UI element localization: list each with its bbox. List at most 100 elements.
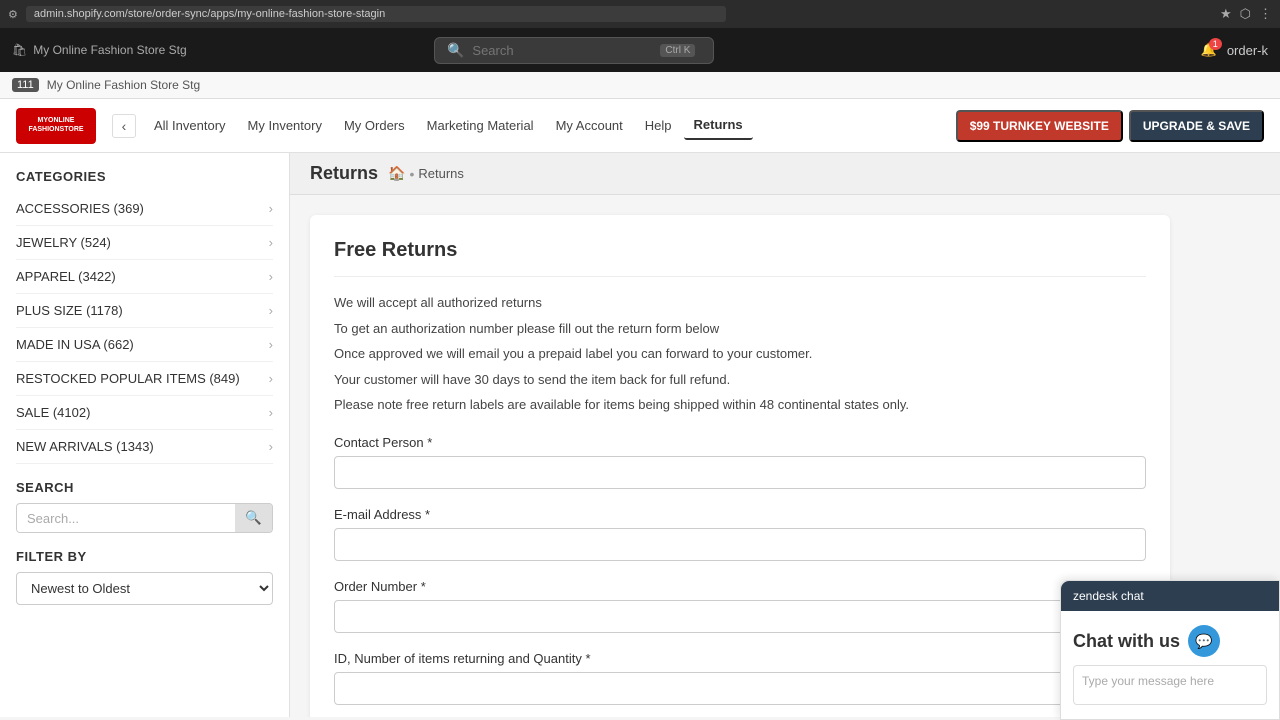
sidebar-search-title: SEARCH	[16, 480, 273, 495]
chat-title-text: Chat with us	[1073, 631, 1180, 652]
category-accessories-label: ACCESSORIES (369)	[16, 201, 144, 216]
app-logo: MYONLINEFASHIONSTORE	[16, 108, 96, 144]
chevron-right-icon: ›	[269, 371, 273, 386]
category-new-arrivals[interactable]: NEW ARRIVALS (1343) ›	[16, 430, 273, 464]
notification-bell[interactable]: 🔔 1	[1201, 42, 1217, 58]
filter-select[interactable]: Newest to Oldest Oldest to Newest Price:…	[16, 572, 273, 605]
nav-help[interactable]: Help	[635, 112, 682, 139]
search-icon: 🔍	[447, 42, 464, 59]
breadcrumb-separator: •	[409, 166, 414, 182]
chevron-right-icon: ›	[269, 201, 273, 216]
store-name: My Online Fashion Store Stg	[33, 43, 186, 57]
app-nav: MYONLINEFASHIONSTORE ‹ All Inventory My …	[0, 99, 1280, 153]
nav-items: All Inventory My Inventory My Orders Mar…	[144, 111, 956, 140]
chevron-right-icon: ›	[269, 269, 273, 284]
contact-person-group: Contact Person *	[334, 435, 1146, 489]
email-address-group: E-mail Address *	[334, 507, 1146, 561]
chevron-right-icon: ›	[269, 405, 273, 420]
category-jewelry[interactable]: JEWELRY (524) ›	[16, 226, 273, 260]
nav-all-inventory[interactable]: All Inventory	[144, 112, 236, 139]
sidebar-search-button[interactable]: 🔍	[235, 504, 272, 532]
chat-header-label: zendesk chat	[1073, 589, 1144, 603]
chat-icon: 💬	[1188, 625, 1220, 657]
browser-bar: ⚙ admin.shopify.com/store/order-sync/app…	[0, 0, 1280, 28]
nav-returns[interactable]: Returns	[684, 111, 753, 140]
admin-bar-right: 🔔 1 order-k	[1201, 42, 1268, 58]
turnkey-website-button[interactable]: $99 TURNKEY WEBSITE	[956, 110, 1123, 142]
contact-person-label: Contact Person *	[334, 435, 1146, 450]
contact-person-input[interactable]	[334, 456, 1146, 489]
sidebar-search-wrap[interactable]: 🔍	[16, 503, 273, 533]
chevron-right-icon: ›	[269, 337, 273, 352]
chat-title-row: Chat with us 💬	[1073, 625, 1267, 657]
shopify-icon: 🛍	[12, 43, 27, 57]
category-jewelry-label: JEWELRY (524)	[16, 235, 111, 250]
email-address-input[interactable]	[334, 528, 1146, 561]
category-apparel-label: APPAREL (3422)	[16, 269, 116, 284]
extension-icon[interactable]: ⬡	[1240, 6, 1251, 22]
order-number-input[interactable]	[334, 600, 1146, 633]
store-number: 111	[12, 78, 39, 92]
returns-form-container: Free Returns We will accept all authoriz…	[310, 215, 1170, 717]
chat-header: zendesk chat	[1061, 581, 1279, 611]
order-number-label: Order Number *	[334, 579, 1146, 594]
sidebar: CATEGORIES ACCESSORIES (369) › JEWELRY (…	[0, 153, 290, 717]
order-number-group: Order Number *	[334, 579, 1146, 633]
id-items-qty-input[interactable]	[334, 672, 1146, 705]
category-restocked[interactable]: RESTOCKED POPULAR ITEMS (849) ›	[16, 362, 273, 396]
nav-my-account[interactable]: My Account	[546, 112, 633, 139]
returns-info-line-2: To get an authorization number please fi…	[334, 319, 1146, 339]
email-address-label: E-mail Address *	[334, 507, 1146, 522]
chat-input-placeholder: Type your message here	[1082, 674, 1214, 688]
chevron-right-icon: ›	[269, 235, 273, 250]
notification-badge: 1	[1209, 38, 1222, 50]
returns-info-line-1: We will accept all authorized returns	[334, 293, 1146, 313]
category-restocked-label: RESTOCKED POPULAR ITEMS (849)	[16, 371, 240, 386]
home-icon[interactable]: 🏠	[388, 165, 405, 182]
filter-title: FILTER BY	[16, 549, 273, 564]
returns-info-line-5: Please note free return labels are avail…	[334, 395, 1146, 415]
nav-my-orders[interactable]: My Orders	[334, 112, 415, 139]
category-made-in-usa[interactable]: MADE IN USA (662) ›	[16, 328, 273, 362]
returns-info: We will accept all authorized returns To…	[334, 293, 1146, 415]
nav-toggle[interactable]: ‹	[112, 114, 136, 138]
admin-bar-left: 🛍 My Online Fashion Store Stg	[12, 43, 187, 57]
category-sale-label: SALE (4102)	[16, 405, 90, 420]
nav-marketing-material[interactable]: Marketing Material	[417, 112, 544, 139]
returns-form-title: Free Returns	[334, 239, 1146, 277]
chevron-right-icon: ›	[269, 303, 273, 318]
breadcrumb-trail: Returns	[418, 166, 464, 181]
breadcrumb-row: Returns 🏠 • Returns	[290, 153, 1280, 195]
search-bar[interactable]: 🔍 Ctrl K	[434, 37, 714, 64]
category-new-arrivals-label: NEW ARRIVALS (1343)	[16, 439, 154, 454]
logo-image: MYONLINEFASHIONSTORE	[16, 108, 96, 144]
chevron-right-icon: ›	[269, 439, 273, 454]
nav-my-inventory[interactable]: My Inventory	[238, 112, 332, 139]
chat-body: Chat with us 💬 Type your message here	[1061, 611, 1279, 719]
category-accessories[interactable]: ACCESSORIES (369) ›	[16, 192, 273, 226]
category-apparel[interactable]: APPAREL (3422) ›	[16, 260, 273, 294]
store-label: My Online Fashion Store Stg	[47, 78, 200, 92]
browser-url: admin.shopify.com/store/order-sync/apps/…	[26, 6, 726, 22]
browser-icon: ⚙	[8, 8, 18, 21]
categories-section: CATEGORIES ACCESSORIES (369) › JEWELRY (…	[0, 153, 289, 480]
sidebar-search-section: SEARCH 🔍	[0, 480, 289, 549]
menu-icon[interactable]: ⋮	[1259, 6, 1272, 22]
returns-info-line-4: Your customer will have 30 days to send …	[334, 370, 1146, 390]
admin-bar: 🛍 My Online Fashion Store Stg 🔍 Ctrl K 🔔…	[0, 28, 1280, 72]
page-title: Returns	[310, 163, 378, 184]
chat-input-area[interactable]: Type your message here	[1073, 665, 1267, 705]
store-header: 111 My Online Fashion Store Stg	[0, 72, 1280, 99]
category-plus-size[interactable]: PLUS SIZE (1178) ›	[16, 294, 273, 328]
returns-info-line-3: Once approved we will email you a prepai…	[334, 344, 1146, 364]
bookmark-icon[interactable]: ★	[1220, 6, 1232, 22]
category-sale[interactable]: SALE (4102) ›	[16, 396, 273, 430]
category-made-in-usa-label: MADE IN USA (662)	[16, 337, 134, 352]
filter-section: FILTER BY Newest to Oldest Oldest to New…	[0, 549, 289, 621]
id-items-qty-group: ID, Number of items returning and Quanti…	[334, 651, 1146, 705]
admin-username: order-k	[1227, 43, 1268, 58]
upgrade-save-button[interactable]: UPGRADE & SAVE	[1129, 110, 1264, 142]
sidebar-search-input[interactable]	[17, 505, 235, 532]
search-input[interactable]	[472, 43, 652, 58]
search-shortcut: Ctrl K	[660, 44, 695, 57]
